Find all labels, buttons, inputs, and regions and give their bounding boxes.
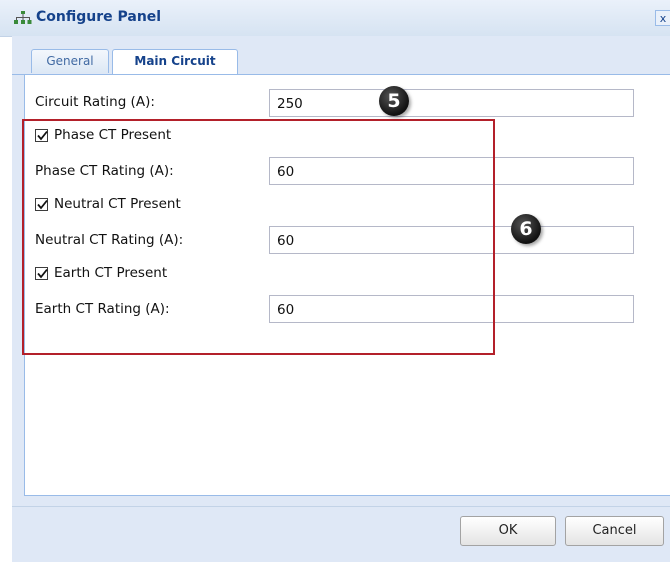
- callout-marker-5: 5: [379, 86, 409, 116]
- circuit-rating-value: 250: [277, 96, 303, 112]
- close-icon: x: [659, 12, 667, 25]
- ok-button[interactable]: OK: [460, 516, 556, 546]
- configure-panel-dialog: Configure Panel x General Main Circuit C…: [0, 0, 670, 562]
- callout-marker-6: 6: [511, 214, 541, 244]
- tab-general-label: General: [46, 54, 94, 68]
- cancel-button[interactable]: Cancel: [565, 516, 664, 546]
- dialog-title: Configure Panel: [36, 9, 162, 25]
- close-button[interactable]: x: [655, 10, 670, 26]
- panel-tree-icon: [14, 11, 32, 24]
- tab-main-circuit[interactable]: Main Circuit: [112, 49, 238, 75]
- dialog-titlebar[interactable]: Configure Panel x: [0, 0, 670, 37]
- ct-settings-highlight: [22, 119, 495, 355]
- circuit-rating-input[interactable]: 250: [269, 89, 634, 117]
- tab-strip: General Main Circuit: [12, 36, 670, 75]
- tab-general[interactable]: General: [31, 49, 109, 73]
- circuit-rating-label: Circuit Rating (A):: [35, 94, 155, 110]
- tab-main-circuit-label: Main Circuit: [134, 54, 216, 68]
